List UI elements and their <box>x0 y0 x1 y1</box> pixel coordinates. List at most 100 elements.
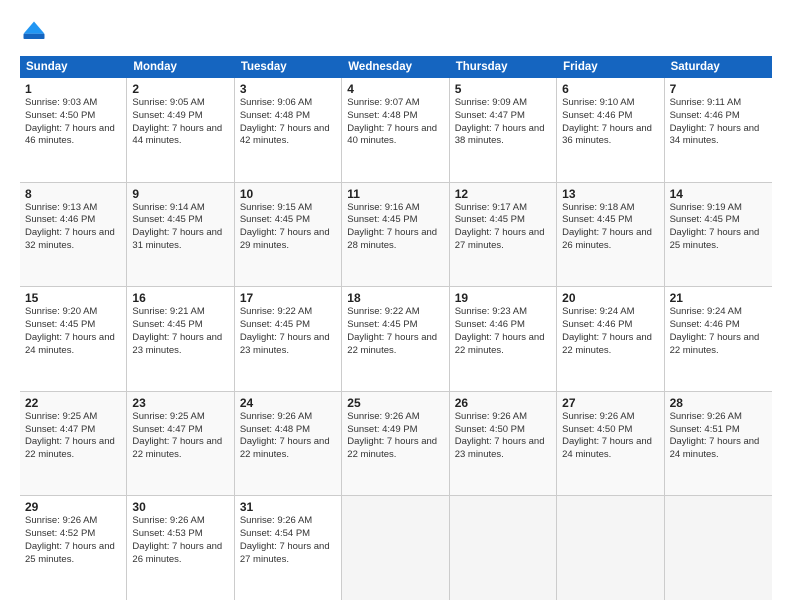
day-number: 23 <box>132 396 228 410</box>
sunrise-text: Sunrise: 9:22 AM <box>240 306 336 319</box>
calendar-cell: 9Sunrise: 9:14 AMSunset: 4:45 PMDaylight… <box>127 183 234 287</box>
calendar-cell: 24Sunrise: 9:26 AMSunset: 4:48 PMDayligh… <box>235 392 342 496</box>
calendar-cell: 3Sunrise: 9:06 AMSunset: 4:48 PMDaylight… <box>235 78 342 182</box>
sunrise-text: Sunrise: 9:09 AM <box>455 97 551 110</box>
daylight-text: Daylight: 7 hours and 23 minutes. <box>132 332 228 358</box>
calendar-header-cell: Thursday <box>450 56 557 78</box>
day-number: 5 <box>455 82 551 96</box>
day-number: 6 <box>562 82 658 96</box>
day-number: 1 <box>25 82 121 96</box>
sunset-text: Sunset: 4:48 PM <box>240 424 336 437</box>
day-number: 9 <box>132 187 228 201</box>
calendar-cell: 19Sunrise: 9:23 AMSunset: 4:46 PMDayligh… <box>450 287 557 391</box>
calendar-cell: 2Sunrise: 9:05 AMSunset: 4:49 PMDaylight… <box>127 78 234 182</box>
day-number: 10 <box>240 187 336 201</box>
daylight-text: Daylight: 7 hours and 32 minutes. <box>25 227 121 253</box>
daylight-text: Daylight: 7 hours and 40 minutes. <box>347 123 443 149</box>
sunset-text: Sunset: 4:50 PM <box>25 110 121 123</box>
day-number: 21 <box>670 291 767 305</box>
calendar-cell: 5Sunrise: 9:09 AMSunset: 4:47 PMDaylight… <box>450 78 557 182</box>
sunrise-text: Sunrise: 9:26 AM <box>670 411 767 424</box>
daylight-text: Daylight: 7 hours and 28 minutes. <box>347 227 443 253</box>
calendar-cell: 1Sunrise: 9:03 AMSunset: 4:50 PMDaylight… <box>20 78 127 182</box>
sunrise-text: Sunrise: 9:07 AM <box>347 97 443 110</box>
calendar-cell: 27Sunrise: 9:26 AMSunset: 4:50 PMDayligh… <box>557 392 664 496</box>
calendar: SundayMondayTuesdayWednesdayThursdayFrid… <box>20 56 772 600</box>
sunset-text: Sunset: 4:48 PM <box>240 110 336 123</box>
sunset-text: Sunset: 4:46 PM <box>670 319 767 332</box>
day-number: 11 <box>347 187 443 201</box>
calendar-cell: 22Sunrise: 9:25 AMSunset: 4:47 PMDayligh… <box>20 392 127 496</box>
calendar-row: 29Sunrise: 9:26 AMSunset: 4:52 PMDayligh… <box>20 496 772 600</box>
sunset-text: Sunset: 4:45 PM <box>455 214 551 227</box>
daylight-text: Daylight: 7 hours and 22 minutes. <box>562 332 658 358</box>
calendar-cell: 16Sunrise: 9:21 AMSunset: 4:45 PMDayligh… <box>127 287 234 391</box>
calendar-cell: 8Sunrise: 9:13 AMSunset: 4:46 PMDaylight… <box>20 183 127 287</box>
daylight-text: Daylight: 7 hours and 22 minutes. <box>240 436 336 462</box>
calendar-cell: 15Sunrise: 9:20 AMSunset: 4:45 PMDayligh… <box>20 287 127 391</box>
sunrise-text: Sunrise: 9:21 AM <box>132 306 228 319</box>
calendar-header-cell: Sunday <box>20 56 127 78</box>
sunset-text: Sunset: 4:48 PM <box>347 110 443 123</box>
day-number: 7 <box>670 82 767 96</box>
sunrise-text: Sunrise: 9:03 AM <box>25 97 121 110</box>
day-number: 3 <box>240 82 336 96</box>
sunset-text: Sunset: 4:46 PM <box>562 319 658 332</box>
day-number: 24 <box>240 396 336 410</box>
calendar-cell: 31Sunrise: 9:26 AMSunset: 4:54 PMDayligh… <box>235 496 342 600</box>
sunrise-text: Sunrise: 9:17 AM <box>455 202 551 215</box>
day-number: 22 <box>25 396 121 410</box>
sunset-text: Sunset: 4:45 PM <box>132 319 228 332</box>
calendar-cell: 17Sunrise: 9:22 AMSunset: 4:45 PMDayligh… <box>235 287 342 391</box>
day-number: 19 <box>455 291 551 305</box>
calendar-row: 22Sunrise: 9:25 AMSunset: 4:47 PMDayligh… <box>20 392 772 497</box>
calendar-cell: 13Sunrise: 9:18 AMSunset: 4:45 PMDayligh… <box>557 183 664 287</box>
sunrise-text: Sunrise: 9:11 AM <box>670 97 767 110</box>
calendar-header: SundayMondayTuesdayWednesdayThursdayFrid… <box>20 56 772 78</box>
daylight-text: Daylight: 7 hours and 24 minutes. <box>25 332 121 358</box>
sunset-text: Sunset: 4:45 PM <box>25 319 121 332</box>
calendar-body: 1Sunrise: 9:03 AMSunset: 4:50 PMDaylight… <box>20 78 772 600</box>
day-number: 31 <box>240 500 336 514</box>
daylight-text: Daylight: 7 hours and 22 minutes. <box>455 332 551 358</box>
page: SundayMondayTuesdayWednesdayThursdayFrid… <box>0 0 792 612</box>
daylight-text: Daylight: 7 hours and 29 minutes. <box>240 227 336 253</box>
calendar-cell: 6Sunrise: 9:10 AMSunset: 4:46 PMDaylight… <box>557 78 664 182</box>
sunset-text: Sunset: 4:53 PM <box>132 528 228 541</box>
page-header <box>20 18 772 46</box>
calendar-row: 15Sunrise: 9:20 AMSunset: 4:45 PMDayligh… <box>20 287 772 392</box>
sunset-text: Sunset: 4:47 PM <box>455 110 551 123</box>
sunrise-text: Sunrise: 9:26 AM <box>240 515 336 528</box>
calendar-cell-empty <box>557 496 664 600</box>
calendar-row: 1Sunrise: 9:03 AMSunset: 4:50 PM Daylight… <box>20 78 772 183</box>
sunset-text: Sunset: 4:50 PM <box>455 424 551 437</box>
day-number: 8 <box>25 187 121 201</box>
sunrise-text: Sunrise: 9:22 AM <box>347 306 443 319</box>
calendar-cell: 10Sunrise: 9:15 AMSunset: 4:45 PMDayligh… <box>235 183 342 287</box>
day-number: 15 <box>25 291 121 305</box>
sunrise-text: Sunrise: 9:23 AM <box>455 306 551 319</box>
calendar-cell: 25Sunrise: 9:26 AMSunset: 4:49 PMDayligh… <box>342 392 449 496</box>
calendar-header-cell: Monday <box>127 56 234 78</box>
calendar-cell: 26Sunrise: 9:26 AMSunset: 4:50 PMDayligh… <box>450 392 557 496</box>
day-number: 14 <box>670 187 767 201</box>
sunrise-text: Sunrise: 9:26 AM <box>25 515 121 528</box>
sunrise-text: Sunrise: 9:19 AM <box>670 202 767 215</box>
sunrise-text: Sunrise: 9:26 AM <box>132 515 228 528</box>
daylight-text: Daylight: 7 hours and 24 minutes. <box>670 436 767 462</box>
calendar-cell: 14Sunrise: 9:19 AMSunset: 4:45 PMDayligh… <box>665 183 772 287</box>
day-number: 27 <box>562 396 658 410</box>
day-number: 2 <box>132 82 228 96</box>
sunset-text: Sunset: 4:51 PM <box>670 424 767 437</box>
sunrise-text: Sunrise: 9:24 AM <box>670 306 767 319</box>
sunrise-text: Sunrise: 9:25 AM <box>132 411 228 424</box>
sunrise-text: Sunrise: 9:24 AM <box>562 306 658 319</box>
daylight-text: Daylight: 7 hours and 42 minutes. <box>240 123 336 149</box>
day-number: 29 <box>25 500 121 514</box>
sunrise-text: Sunrise: 9:10 AM <box>562 97 658 110</box>
daylight-text: Daylight: 7 hours and 25 minutes. <box>670 227 767 253</box>
sunset-text: Sunset: 4:50 PM <box>562 424 658 437</box>
day-number: 12 <box>455 187 551 201</box>
calendar-cell: 23Sunrise: 9:25 AMSunset: 4:47 PMDayligh… <box>127 392 234 496</box>
calendar-cell-empty <box>665 496 772 600</box>
